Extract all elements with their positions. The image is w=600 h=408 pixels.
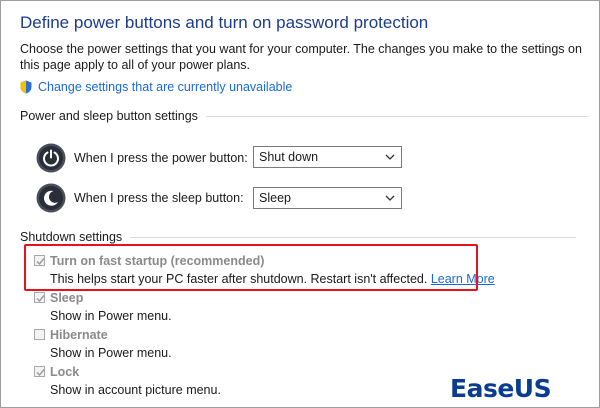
sleep-button-label: When I press the sleep button: (74, 191, 244, 205)
lock-option-title: Lock (50, 365, 80, 379)
hibernate-option-description: Show in Power menu. (50, 346, 172, 360)
sleep-button-icon (36, 183, 66, 213)
hibernate-option-title: Hibernate (50, 328, 108, 342)
change-settings-link[interactable]: Change settings that are currently unava… (38, 80, 292, 94)
easeus-logo-text: EaseUS (450, 373, 552, 403)
checkmark-icon (36, 295, 45, 303)
hibernate-checkbox[interactable] (34, 329, 45, 340)
sleep-option-description: Show in Power menu. (50, 309, 172, 323)
lock-option-description: Show in account picture menu. (50, 383, 221, 397)
lock-checkbox[interactable] (34, 366, 45, 377)
page-description: Choose the power settings that you want … (20, 42, 582, 72)
power-button-label: When I press the power button: (74, 151, 248, 165)
section-divider (205, 115, 589, 117)
sleep-button-select[interactable]: Sleep (253, 187, 402, 209)
sleep-button-row: When I press the sleep button: (36, 182, 244, 214)
power-sleep-section-header: Power and sleep button settings (20, 109, 589, 123)
sleep-option-title: Sleep (50, 291, 84, 305)
easeus-logo: EaseUS (450, 372, 552, 404)
power-sleep-heading: Power and sleep button settings (20, 109, 198, 123)
change-settings-row[interactable]: Change settings that are currently unava… (20, 79, 292, 95)
power-button-select[interactable]: Shut down (253, 146, 402, 168)
power-button-row: When I press the power button: (36, 142, 248, 174)
shield-icon (20, 80, 32, 94)
sleep-button-value: Sleep (259, 191, 291, 205)
chevron-down-icon (385, 195, 395, 201)
sleep-option: Sleep Show in Power menu. (34, 291, 172, 324)
shutdown-section-header: Shutdown settings (20, 230, 577, 244)
lock-option: Lock Show in account picture menu. (34, 365, 221, 398)
page-title: Define power buttons and turn on passwor… (20, 13, 429, 32)
power-button-value: Shut down (259, 150, 319, 164)
hibernate-option: Hibernate Show in Power menu. (34, 328, 172, 361)
section-divider (130, 236, 577, 238)
checkmark-icon (36, 369, 45, 377)
shutdown-heading: Shutdown settings (20, 230, 123, 244)
chevron-down-icon (385, 154, 395, 160)
fast-startup-highlight-box (24, 244, 478, 291)
sleep-checkbox[interactable] (34, 292, 45, 303)
power-button-icon (36, 143, 66, 173)
